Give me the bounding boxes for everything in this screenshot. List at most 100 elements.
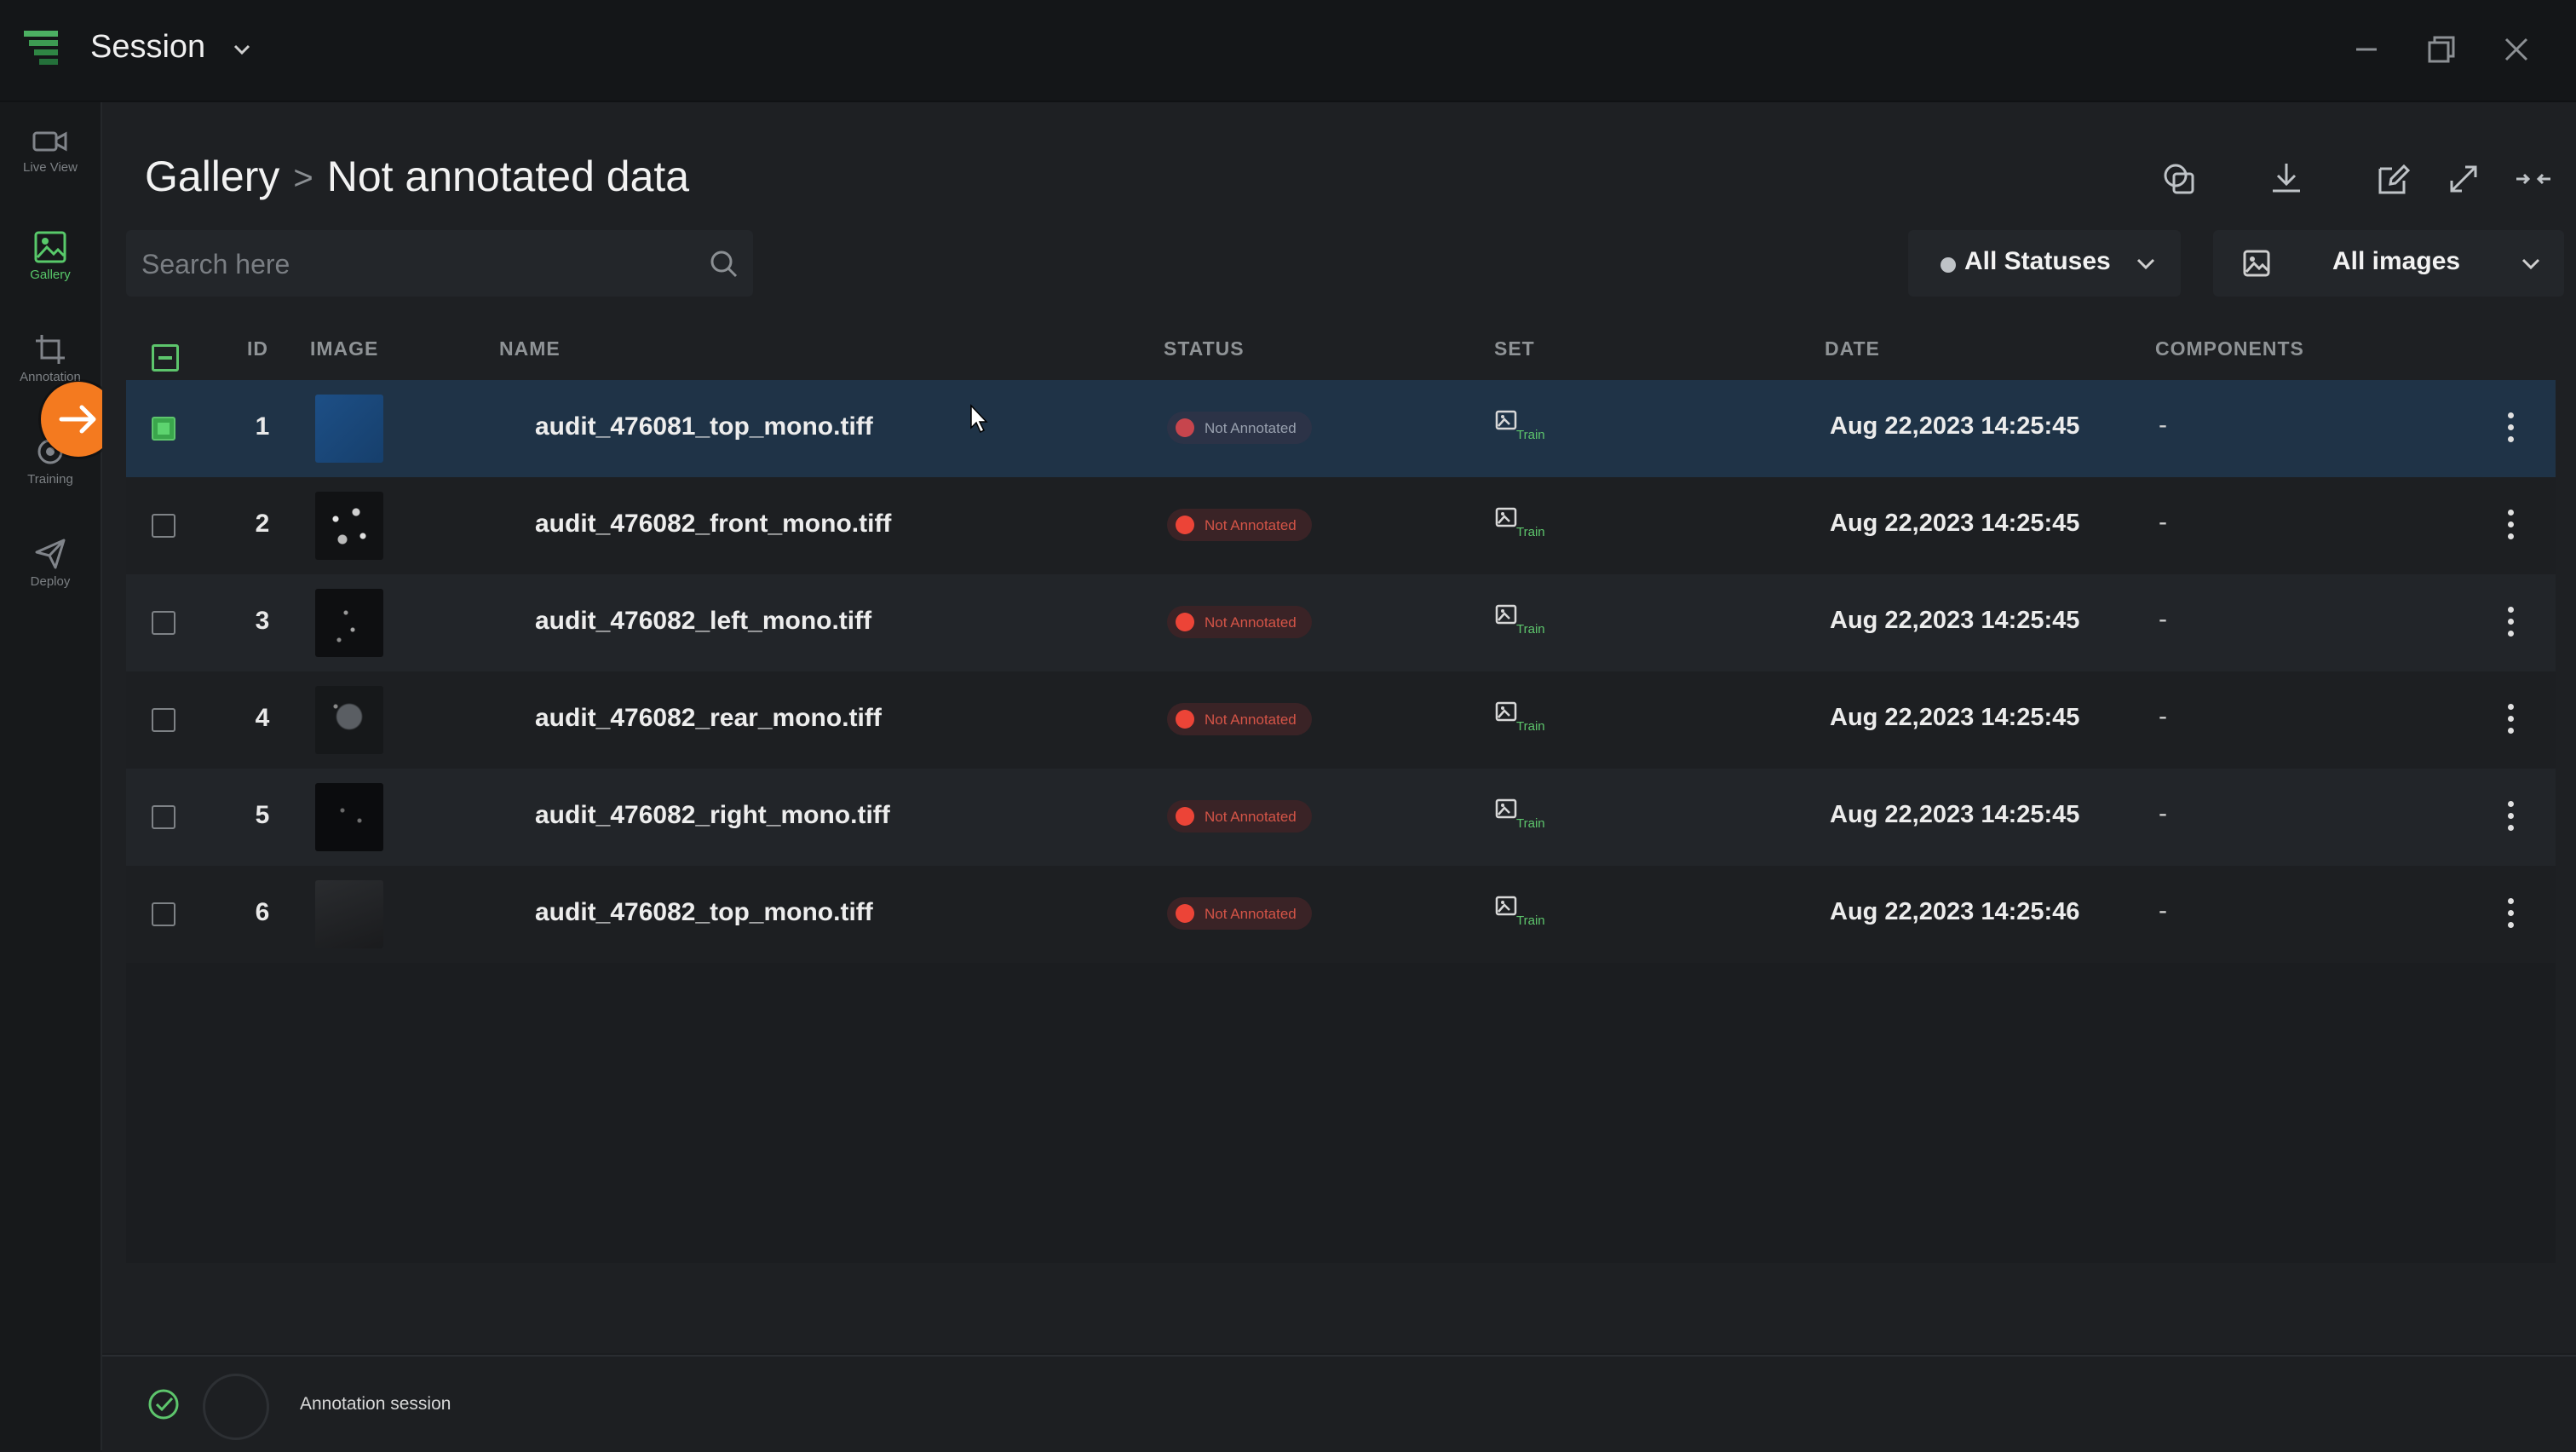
sidebar-item-label: Gallery: [30, 268, 71, 282]
collapse-icon[interactable]: [2513, 158, 2554, 199]
row-checkbox[interactable]: [152, 708, 175, 732]
sidebar-item-deploy[interactable]: Deploy: [0, 525, 101, 610]
column-header-status[interactable]: STATUS: [1164, 337, 1245, 360]
row-components: -: [2159, 702, 2167, 730]
row-id: 4: [255, 704, 270, 732]
mouse-cursor-icon: [970, 404, 988, 434]
row-more-icon[interactable]: [2503, 798, 2518, 837]
row-name[interactable]: audit_476082_top_mono.tiff: [535, 898, 873, 927]
progress-spinner: [203, 1374, 269, 1440]
row-name[interactable]: audit_476081_top_mono.tiff: [535, 412, 873, 441]
minimize-icon[interactable]: [2348, 31, 2385, 68]
compare-icon[interactable]: [2159, 158, 2199, 199]
column-header-components[interactable]: COMPONENTS: [2155, 337, 2304, 360]
status-badge: Not Annotated: [1167, 606, 1312, 638]
status-filter-label: All Statuses: [1964, 247, 2111, 275]
table-row[interactable]: 1 audit_476081_top_mono.tiff Not Annotat…: [126, 380, 2556, 477]
table-row[interactable]: 2 audit_476082_front_mono.tiff Not Annot…: [126, 477, 2556, 574]
row-components: -: [2159, 605, 2167, 633]
row-more-icon[interactable]: [2503, 506, 2518, 545]
row-components: -: [2159, 411, 2167, 439]
row-date: Aug 22,2023 14:25:45: [1830, 607, 2080, 634]
main-panel: Gallery > Not annotated data All Statuses: [102, 102, 2576, 1353]
row-set: Train: [1516, 816, 1545, 831]
sidebar-item-gallery[interactable]: Gallery: [0, 218, 101, 303]
page-title: Not annotated data: [326, 153, 690, 200]
sidebar-item-live-view[interactable]: Live View: [0, 114, 101, 199]
row-date: Aug 22,2023 14:25:45: [1830, 704, 2080, 731]
row-more-icon[interactable]: [2503, 700, 2518, 740]
column-header-image[interactable]: IMAGE: [310, 337, 378, 360]
row-name[interactable]: audit_476082_right_mono.tiff: [535, 801, 890, 830]
column-header-date[interactable]: DATE: [1825, 337, 1880, 360]
sidebar-item-label: Training: [27, 472, 73, 487]
row-set: Train: [1516, 719, 1545, 734]
row-date: Aug 22,2023 14:25:45: [1830, 801, 2080, 828]
search-input[interactable]: [140, 230, 688, 298]
row-id: 5: [255, 801, 270, 829]
edit-icon[interactable]: [2373, 158, 2414, 199]
row-components: -: [2159, 508, 2167, 536]
select-all-checkbox[interactable]: [152, 344, 179, 372]
download-icon[interactable]: [2266, 158, 2307, 199]
row-components: -: [2159, 896, 2167, 925]
table-row[interactable]: 4 audit_476082_rear_mono.tiff Not Annota…: [126, 671, 2556, 769]
row-checkbox[interactable]: [152, 902, 175, 926]
row-more-icon[interactable]: [2503, 409, 2518, 448]
breadcrumb-gallery[interactable]: Gallery: [145, 153, 279, 200]
image-thumbnail[interactable]: [315, 880, 383, 948]
status-dot: [1941, 257, 1956, 273]
row-more-icon[interactable]: [2503, 603, 2518, 642]
arrow-right-icon: [59, 405, 96, 434]
session-title[interactable]: Session: [90, 29, 205, 66]
column-header-set[interactable]: SET: [1494, 337, 1535, 360]
row-checkbox[interactable]: [152, 514, 175, 538]
row-checkbox[interactable]: [152, 611, 175, 635]
status-filter-dropdown[interactable]: All Statuses: [1908, 230, 2181, 297]
table-row[interactable]: 3 audit_476082_left_mono.tiff Not Annota…: [126, 574, 2556, 671]
row-checkbox[interactable]: [152, 805, 175, 829]
row-date: Aug 22,2023 14:25:45: [1830, 412, 2080, 440]
image-thumbnail[interactable]: [315, 492, 383, 560]
search-icon[interactable]: [709, 249, 739, 279]
chevron-down-icon: [2521, 258, 2540, 270]
chevron-down-icon: [2136, 258, 2155, 270]
video-camera-icon: [32, 131, 67, 152]
table-row[interactable]: 5 audit_476082_right_mono.tiff Not Annot…: [126, 769, 2556, 866]
status-badge: Not Annotated: [1167, 897, 1312, 930]
row-id: 1: [255, 412, 270, 441]
row-more-icon[interactable]: [2503, 895, 2518, 934]
crop-icon: [36, 335, 65, 364]
close-icon[interactable]: [2498, 31, 2535, 68]
breadcrumb-separator: >: [293, 159, 313, 197]
search-box: [126, 230, 753, 298]
image-icon: [2243, 250, 2270, 277]
row-set: Train: [1516, 622, 1545, 637]
column-header-id[interactable]: ID: [247, 337, 268, 360]
status-footer: Annotation session: [102, 1355, 2576, 1452]
row-checkbox[interactable]: [152, 417, 175, 441]
status-badge: Not Annotated: [1167, 703, 1312, 735]
row-set: Train: [1516, 913, 1545, 928]
restore-icon[interactable]: [2423, 31, 2460, 68]
expand-icon[interactable]: [2443, 158, 2484, 199]
image-thumbnail[interactable]: [315, 783, 383, 851]
footer-status-label: Annotation session: [300, 1394, 451, 1414]
status-badge: Not Annotated: [1167, 412, 1312, 444]
row-name[interactable]: audit_476082_front_mono.tiff: [535, 510, 891, 539]
row-name[interactable]: audit_476082_left_mono.tiff: [535, 607, 871, 636]
column-header-name[interactable]: NAME: [499, 337, 561, 360]
status-badge: Not Annotated: [1167, 509, 1312, 541]
table-header: ID IMAGE NAME STATUS SET DATE COMPONENTS: [126, 303, 2556, 380]
chevron-down-icon[interactable]: [230, 37, 254, 61]
images-filter-dropdown[interactable]: All images: [2213, 230, 2564, 297]
status-badge: Not Annotated: [1167, 800, 1312, 833]
image-thumbnail[interactable]: [315, 395, 383, 463]
row-name[interactable]: audit_476082_rear_mono.tiff: [535, 704, 882, 733]
image-icon: [34, 231, 66, 263]
row-id: 3: [255, 607, 270, 635]
image-thumbnail[interactable]: [315, 589, 383, 657]
table-row[interactable]: 6 audit_476082_top_mono.tiff Not Annotat…: [126, 866, 2556, 963]
image-thumbnail[interactable]: [315, 686, 383, 754]
row-id: 2: [255, 510, 270, 538]
